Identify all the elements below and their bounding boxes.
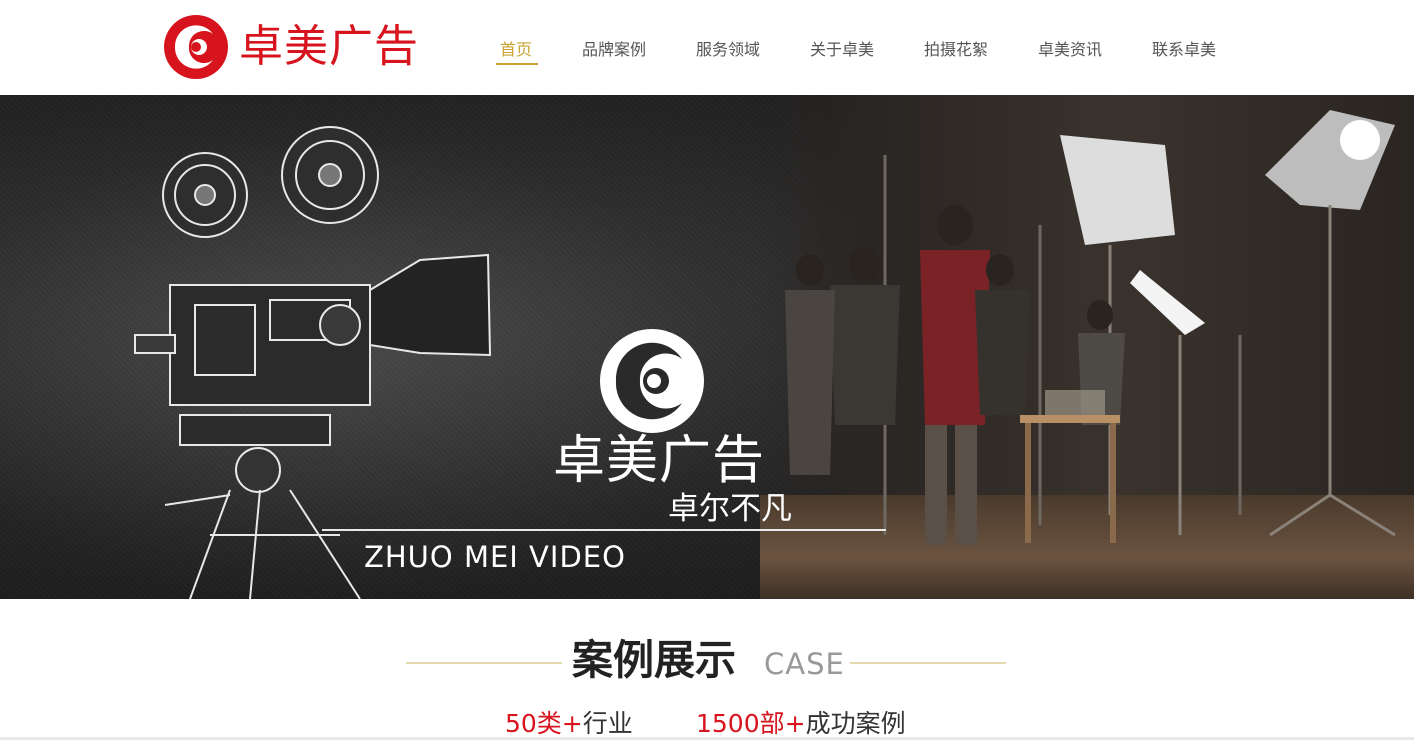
- stat-number: 50类+: [505, 709, 583, 738]
- nav-services[interactable]: 服务领域: [696, 36, 760, 60]
- nav-about[interactable]: 关于卓美: [810, 36, 874, 60]
- nav-behind-scenes[interactable]: 拍摄花絮: [924, 36, 988, 60]
- banner-logo-icon: [600, 329, 704, 433]
- logo-mark-icon: [164, 15, 228, 79]
- logo-text: 卓美广告: [239, 21, 419, 72]
- site-logo[interactable]: 卓美广告: [163, 13, 419, 81]
- stat-industries: 50类+行业: [505, 711, 633, 736]
- section-title-en: CASE: [764, 647, 845, 681]
- nav-home[interactable]: 首页: [500, 36, 532, 60]
- section-title: 案例展示: [572, 636, 736, 684]
- stats-row: 50类+行业 1500部+成功案例: [0, 708, 1414, 740]
- nav-brand-cases[interactable]: 品牌案例: [582, 36, 646, 60]
- case-section-header: 案例展示 CASE: [0, 628, 1414, 698]
- site-header: 卓美广告 首页 品牌案例 服务领域 关于卓美 拍摄花絮 卓美资讯 联系卓美: [0, 0, 1414, 95]
- section-line-right: [850, 662, 1006, 664]
- stat-number: 1500部+: [696, 709, 806, 738]
- banner-title: 卓美广告: [553, 431, 766, 491]
- banner-divider: [322, 529, 886, 531]
- nav-active-underline: [496, 63, 538, 65]
- stat-label: 行业: [582, 709, 633, 738]
- hero-banner[interactable]: 卓美广告 卓尔不凡 ZHUO MEI VIDEO: [0, 95, 1414, 599]
- section-line-left: [406, 662, 562, 664]
- stat-label: 成功案例: [805, 709, 906, 738]
- nav-contact[interactable]: 联系卓美: [1152, 36, 1216, 60]
- nav-news[interactable]: 卓美资讯: [1038, 36, 1102, 60]
- banner-slogan: 卓尔不凡: [668, 491, 792, 527]
- banner-english-title: ZHUO MEI VIDEO: [364, 540, 626, 574]
- stat-cases: 1500部+成功案例: [696, 711, 906, 736]
- film-crew-figures: [785, 205, 1125, 545]
